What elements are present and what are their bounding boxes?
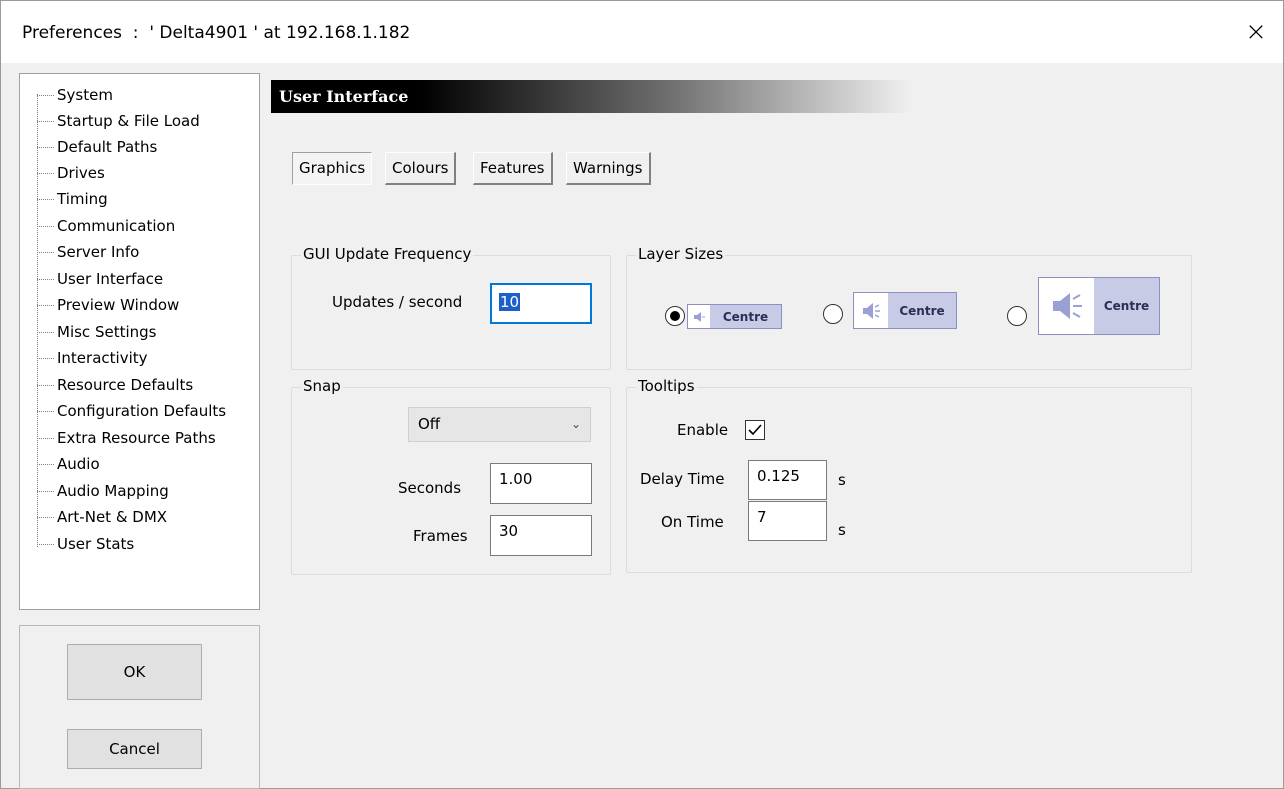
layer-size-small-preview[interactable]: Centre [687, 304, 782, 329]
layer-size-large-preview[interactable]: Centre [1038, 277, 1160, 335]
check-icon [748, 424, 762, 436]
updates-per-second-input[interactable]: 10 [490, 283, 592, 324]
layer-size-medium-preview[interactable]: Centre [853, 292, 957, 329]
tab-warnings[interactable]: Warnings [566, 152, 651, 185]
on-time-label: On Time [661, 513, 724, 531]
layer-size-large-label: Centre [1103, 299, 1150, 313]
tree-item-drives[interactable]: Drives [37, 160, 105, 186]
tree-item-default-paths[interactable]: Default Paths [37, 134, 157, 160]
speaker-icon-large [1039, 278, 1094, 334]
tree-item-configuration-defaults[interactable]: Configuration Defaults [37, 398, 226, 424]
tree-item-user-interface[interactable]: User Interface [37, 266, 163, 292]
on-time-input[interactable]: 7 [748, 501, 827, 541]
updates-per-second-label: Updates / second [332, 293, 463, 311]
chevron-down-icon: ⌄ [570, 417, 581, 431]
gui-update-group-title: GUI Update Frequency [301, 245, 474, 263]
layer-size-large-radio[interactable] [1007, 306, 1027, 326]
on-time-unit: s [838, 521, 846, 539]
tree-item-communication[interactable]: Communication [37, 213, 175, 239]
tab-graphics[interactable]: Graphics [292, 152, 373, 185]
layer-size-medium-label: Centre [899, 303, 945, 318]
snap-frames-label: Frames [413, 527, 468, 545]
tooltips-enable-label: Enable [677, 421, 729, 439]
speaker-icon-medium [854, 293, 888, 328]
snap-dropdown[interactable]: Off ⌄ [408, 407, 591, 442]
tree-item-art-net-dmx[interactable]: Art-Net & DMX [37, 504, 167, 530]
tree-item-audio[interactable]: Audio [37, 451, 100, 477]
snap-seconds-input[interactable]: 1.00 [490, 463, 592, 504]
close-button[interactable]: × [1229, 1, 1283, 63]
tree-item-preview-window[interactable]: Preview Window [37, 292, 179, 318]
tree-item-user-stats[interactable]: User Stats [37, 531, 134, 557]
title-bar: Preferences : ' Delta4901 ' at 192.168.1… [1, 1, 1283, 63]
layer-size-small-label: Centre [722, 309, 769, 324]
tree-item-interactivity[interactable]: Interactivity [37, 345, 148, 371]
tree-item-resource-defaults[interactable]: Resource Defaults [37, 372, 193, 398]
snap-group-title: Snap [301, 377, 343, 395]
tree-item-startup-file-load[interactable]: Startup & File Load [37, 108, 200, 134]
preferences-tree: System Startup & File Load Default Paths… [19, 73, 260, 610]
layer-sizes-group-title: Layer Sizes [636, 245, 726, 263]
ok-button[interactable]: OK [67, 644, 202, 700]
tree-item-system[interactable]: System [37, 82, 113, 108]
tooltips-group-title: Tooltips [636, 377, 697, 395]
tree-item-audio-mapping[interactable]: Audio Mapping [37, 478, 169, 504]
layer-size-small-radio[interactable] [665, 306, 685, 326]
tooltips-enable-checkbox[interactable] [745, 420, 765, 440]
dialog-button-panel: OK Cancel [19, 625, 260, 789]
speaker-icon-small [688, 305, 710, 328]
tab-colours[interactable]: Colours [385, 152, 457, 185]
section-header: User Interface [271, 80, 911, 113]
tree-item-extra-resource-paths[interactable]: Extra Resource Paths [37, 425, 216, 451]
updates-per-second-value: 10 [499, 293, 521, 311]
cancel-button[interactable]: Cancel [67, 729, 202, 769]
snap-dropdown-value: Off [418, 415, 441, 433]
tree-item-timing[interactable]: Timing [37, 186, 108, 212]
delay-time-input[interactable]: 0.125 [748, 460, 827, 500]
tree-item-server-info[interactable]: Server Info [37, 239, 139, 265]
delay-time-label: Delay Time [640, 470, 725, 488]
layer-size-medium-radio[interactable] [823, 304, 843, 324]
delay-time-unit: s [838, 471, 846, 489]
snap-seconds-label: Seconds [398, 479, 462, 497]
window-title: Preferences : ' Delta4901 ' at 192.168.1… [22, 23, 411, 43]
tab-features[interactable]: Features [473, 152, 553, 185]
preferences-window: Preferences : ' Delta4901 ' at 192.168.1… [0, 0, 1284, 789]
snap-frames-input[interactable]: 30 [490, 515, 592, 556]
tree-item-misc-settings[interactable]: Misc Settings [37, 319, 156, 345]
